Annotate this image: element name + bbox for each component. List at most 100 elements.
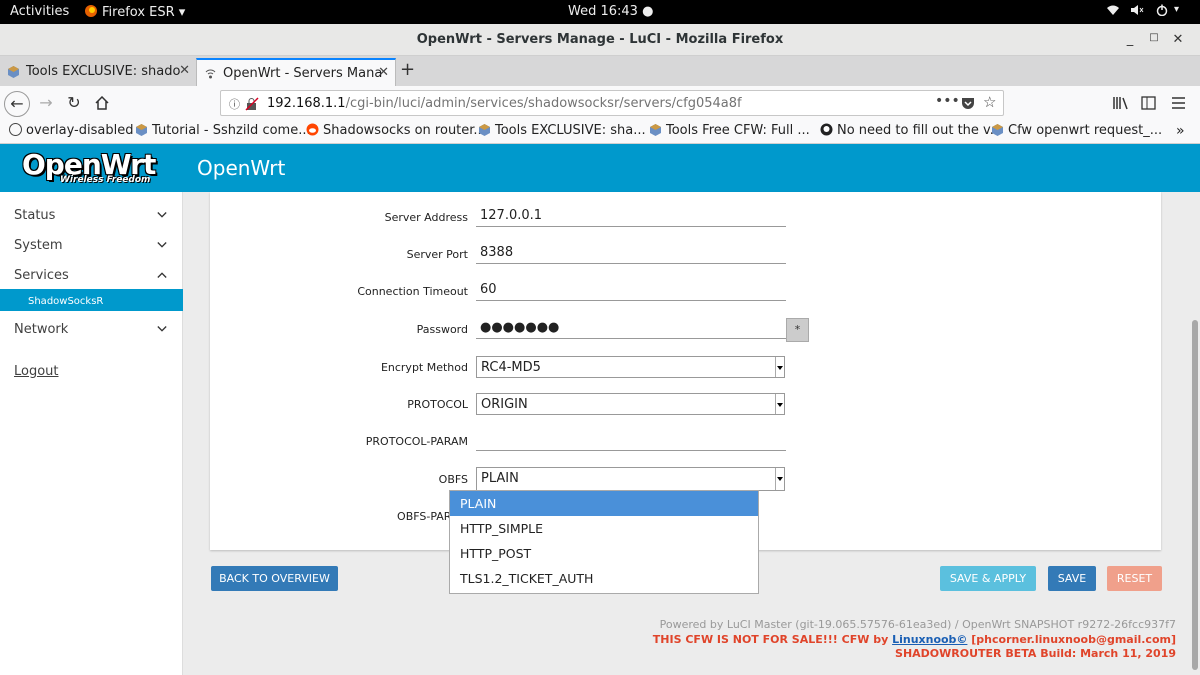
hostname-brand[interactable]: OpenWrt	[197, 156, 285, 180]
page-footer: Powered by LuCI Master (git-19.065.57576…	[653, 618, 1176, 662]
clock[interactable]: Wed 16:43 ●	[568, 4, 653, 19]
url-text: 192.168.1.1/cgi-bin/luci/admin/services/…	[267, 96, 742, 111]
window-titlebar: OpenWrt - Servers Manage - LuCI - Mozill…	[0, 24, 1200, 56]
reset-button[interactable]: RESET	[1107, 566, 1162, 591]
cfw-notice-text: THIS CFW IS NOT FOR SALE!!! CFW by	[652, 632, 893, 646]
back-to-overview-button[interactable]: BACK TO OVERVIEW	[211, 566, 338, 591]
pocket-icon[interactable]	[961, 96, 975, 110]
logo-tagline: Wireless Freedom	[60, 175, 151, 185]
obfs-dropdown-list: PLAIN HTTP_SIMPLE HTTP_POST TLS1.2_TICKE…	[449, 490, 759, 594]
server-address-label: Server Address	[384, 211, 468, 224]
dropdown-arrow-icon	[775, 468, 784, 490]
sidebar-item-label: ShadowSocksR	[28, 296, 104, 307]
tab-close-icon[interactable]: ✕	[378, 65, 389, 80]
sidebar-item-status[interactable]: Status	[0, 200, 183, 230]
wifi-icon[interactable]	[1106, 4, 1120, 20]
url-path: /cgi-bin/luci/admin/services/shadowsocks…	[345, 96, 742, 111]
back-icon[interactable]: ←	[4, 91, 30, 117]
page-scrollbar[interactable]	[1189, 192, 1200, 675]
bookmark-item[interactable]: Tools Free CFW: Full ...	[649, 123, 810, 138]
password-input[interactable]: ●●●●●●●	[476, 317, 786, 339]
encrypt-method-value: RC4-MD5	[481, 360, 541, 375]
password-label: Password	[416, 323, 468, 336]
tab-close-icon[interactable]: ✕	[179, 63, 190, 78]
system-menu-arrow-icon[interactable]: ▾	[1174, 4, 1179, 15]
dropdown-option[interactable]: HTTP_POST	[450, 541, 758, 566]
activities-button[interactable]: Activities	[10, 4, 69, 19]
minimize-icon[interactable]: _	[1122, 32, 1138, 47]
url-host: 192.168.1.1	[267, 96, 346, 111]
scrollbar-thumb[interactable]	[1192, 320, 1198, 670]
volume-muted-icon[interactable]	[1130, 4, 1144, 20]
tab-label: OpenWrt - Servers Mana	[223, 66, 383, 81]
linuxnoob-link[interactable]: Linuxnoob©	[892, 633, 967, 646]
reload-icon[interactable]: ↻	[62, 92, 86, 116]
page-actions-icon[interactable]: •••	[935, 93, 960, 109]
encrypt-method-label: Encrypt Method	[380, 361, 468, 374]
protocol-select[interactable]: ORIGIN	[476, 393, 785, 415]
sidebar-toggle-icon[interactable]	[1141, 96, 1157, 110]
bookmark-item[interactable]: Cfw openwrt request_...	[991, 123, 1162, 138]
maximize-icon[interactable]: □	[1146, 32, 1162, 43]
bookmark-item[interactable]: overlay-disabled	[9, 123, 133, 138]
bookmark-label: Shadowsocks on router...	[323, 123, 486, 138]
dropdown-option[interactable]: HTTP_SIMPLE	[450, 516, 758, 541]
app-name: Firefox ESR	[102, 5, 175, 20]
sidebar-item-services[interactable]: Services	[0, 260, 183, 290]
new-tab-icon[interactable]: +	[400, 59, 415, 80]
url-bar[interactable]: ⓘ 192.168.1.1/cgi-bin/luci/admin/service…	[220, 90, 1004, 116]
server-port-label: Server Port	[406, 248, 468, 261]
bookmark-label: No need to fill out the v...	[837, 123, 1003, 138]
cube-icon	[136, 124, 147, 136]
save-button[interactable]: SAVE	[1048, 566, 1096, 591]
obfs-value: PLAIN	[481, 471, 519, 486]
encrypt-method-select[interactable]: RC4-MD5	[476, 356, 785, 378]
bookmark-item[interactable]: Shadowsocks on router...	[306, 123, 486, 138]
close-window-icon[interactable]: ✕	[1170, 32, 1186, 47]
more-bookmarks-icon[interactable]: »	[1176, 123, 1185, 139]
save-apply-button[interactable]: SAVE & APPLY	[940, 566, 1036, 591]
chevron-down-icon	[157, 212, 167, 218]
bookmark-label: Tools Free CFW: Full ...	[666, 123, 810, 138]
bookmark-item[interactable]: No need to fill out the v...	[820, 123, 1002, 138]
sidebar-item-system[interactable]: System	[0, 230, 183, 260]
hamburger-menu-icon[interactable]	[1171, 96, 1187, 110]
reveal-password-button[interactable]: *	[786, 318, 809, 342]
connection-timeout-input[interactable]: 60	[476, 279, 786, 301]
globe-icon	[9, 123, 22, 136]
bookmark-star-icon[interactable]: ☆	[983, 93, 996, 111]
tab-label: Tools EXCLUSIVE: shado	[26, 64, 181, 79]
sidebar-item-shadowsocksr[interactable]: ShadowSocksR	[0, 289, 183, 311]
sidebar-menu: Status System Services ShadowSocksR Netw…	[0, 192, 183, 675]
insecure-lock-icon[interactable]	[245, 97, 259, 111]
cube-icon	[650, 124, 661, 136]
dropdown-arrow-icon	[775, 394, 784, 414]
info-icon[interactable]: ⓘ	[229, 96, 240, 112]
server-address-input[interactable]: 127.0.0.1	[476, 205, 786, 227]
protocol-value: ORIGIN	[481, 397, 528, 412]
power-icon[interactable]	[1156, 4, 1168, 20]
build-info: SHADOWROUTER BETA Build: March 11, 2019	[895, 647, 1176, 660]
library-icon[interactable]	[1113, 96, 1129, 110]
app-menu[interactable]: Firefox ESR ▾	[84, 4, 185, 20]
chevron-up-icon	[157, 272, 167, 278]
protocol-param-input[interactable]	[476, 429, 786, 451]
sidebar-item-label: Network	[14, 322, 69, 337]
sidebar-item-network[interactable]: Network	[0, 314, 183, 344]
bookmark-label: Tools EXCLUSIVE: sha...	[495, 123, 646, 138]
obfs-select[interactable]: PLAIN	[476, 467, 785, 491]
home-icon[interactable]	[90, 92, 114, 116]
logout-link[interactable]: Logout	[14, 364, 59, 379]
dropdown-option[interactable]: TLS1.2_TICKET_AUTH	[450, 566, 758, 591]
bookmark-item[interactable]: Tools EXCLUSIVE: sha...	[478, 123, 646, 138]
bookmark-label: Tutorial - Sshzild come...	[152, 123, 311, 138]
tab-tools-exclusive[interactable]: Tools EXCLUSIVE: shado ✕	[0, 58, 196, 86]
dropdown-option[interactable]: PLAIN	[450, 491, 758, 516]
server-port-input[interactable]: 8388	[476, 242, 786, 264]
protocol-label: PROTOCOL	[407, 398, 468, 411]
forward-icon[interactable]: →	[34, 92, 58, 116]
bookmark-item[interactable]: Tutorial - Sshzild come...	[135, 123, 311, 138]
bookmark-label: overlay-disabled	[26, 123, 134, 138]
tab-openwrt[interactable]: OpenWrt - Servers Mana ✕	[196, 58, 396, 86]
cfw-email: [phcorner.linuxnoob@gmail.com]	[967, 632, 1176, 646]
